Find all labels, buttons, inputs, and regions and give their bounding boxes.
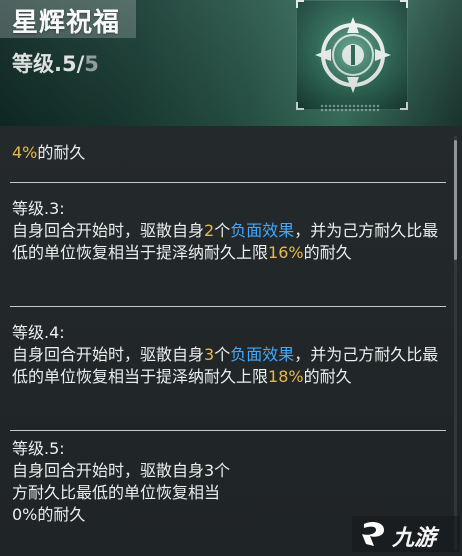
divider	[10, 306, 446, 307]
level-current: 5	[61, 52, 77, 76]
skill-level: 等级.5/5	[12, 48, 99, 78]
frame-corner	[400, 0, 408, 8]
watermark: 九游	[352, 516, 460, 552]
frame-corner	[296, 0, 304, 8]
title-bar	[0, 0, 136, 38]
level-prefix: 等级.	[12, 52, 62, 76]
entry-level-label: 等级.3:	[12, 199, 65, 218]
frame-corner	[400, 102, 408, 110]
heal-percent: 1	[268, 367, 279, 386]
divider	[10, 182, 446, 183]
entry-level-label: 等级.4:	[12, 323, 65, 342]
heal-percent: 6%	[278, 243, 304, 262]
entry-text: 自身回合开始时，驱散自身	[12, 221, 205, 240]
entry-text: 的耐久	[37, 143, 86, 162]
entry-text: 个	[214, 345, 231, 364]
debuff-keyword-link[interactable]: 负面效果	[230, 345, 294, 364]
level-description-list[interactable]: 4%的耐久 等级.3: 自身回合开始时，驱散自身2个负面效果，并为己方耐久比最低…	[0, 126, 462, 556]
entry-text: 个	[214, 221, 231, 240]
frame-corner	[296, 102, 304, 110]
watermark-text: 九游	[392, 526, 437, 551]
heal-percent: 8%	[278, 367, 304, 386]
level-entry-4: 等级.4: 自身回合开始时，驱散自身3个负面效果，并为己方耐久比最低的单位恢复相…	[12, 322, 440, 388]
skill-title: 星辉祝福	[12, 8, 121, 38]
scrollbar-thumb[interactable]	[454, 140, 457, 260]
decorative-dots	[320, 104, 380, 112]
divider	[10, 430, 446, 431]
level-entry-5: 等级.5: 自身回合开始时，驱散自身3个 方耐久比最低的单位恢复相当 0%的耐久	[12, 438, 440, 526]
heal-percent: 4%	[12, 143, 38, 162]
entry-text: 自身回合开始时，驱散自身	[12, 345, 205, 364]
entry-text: 方耐久比最低的单位恢复相当	[12, 483, 221, 502]
dispel-count: 2	[204, 221, 215, 240]
entry-level-label: 等级.5:	[12, 439, 65, 458]
dispel-count: 3	[204, 345, 215, 364]
crosshair-emblem-icon	[315, 17, 391, 93]
skill-icon-frame	[296, 0, 408, 110]
jiuyou-logo-icon	[362, 522, 384, 546]
level-entry-2-tail: 4%的耐久	[12, 142, 440, 164]
debuff-keyword-link[interactable]: 负面效果	[230, 221, 294, 240]
heal-percent: 1	[268, 243, 279, 262]
level-entry-3: 等级.3: 自身回合开始时，驱散自身2个负面效果，并为己方耐久比最低的单位恢复相…	[12, 198, 440, 264]
entry-text: 的耐久	[303, 367, 352, 386]
entry-text: 的耐久	[303, 243, 352, 262]
level-separator: /	[76, 52, 85, 76]
entry-text: 自身回合开始时，驱散自身3个	[12, 461, 231, 480]
skill-header: 星辉祝福 等级.5/5	[0, 0, 462, 126]
level-max: 5	[84, 52, 99, 76]
